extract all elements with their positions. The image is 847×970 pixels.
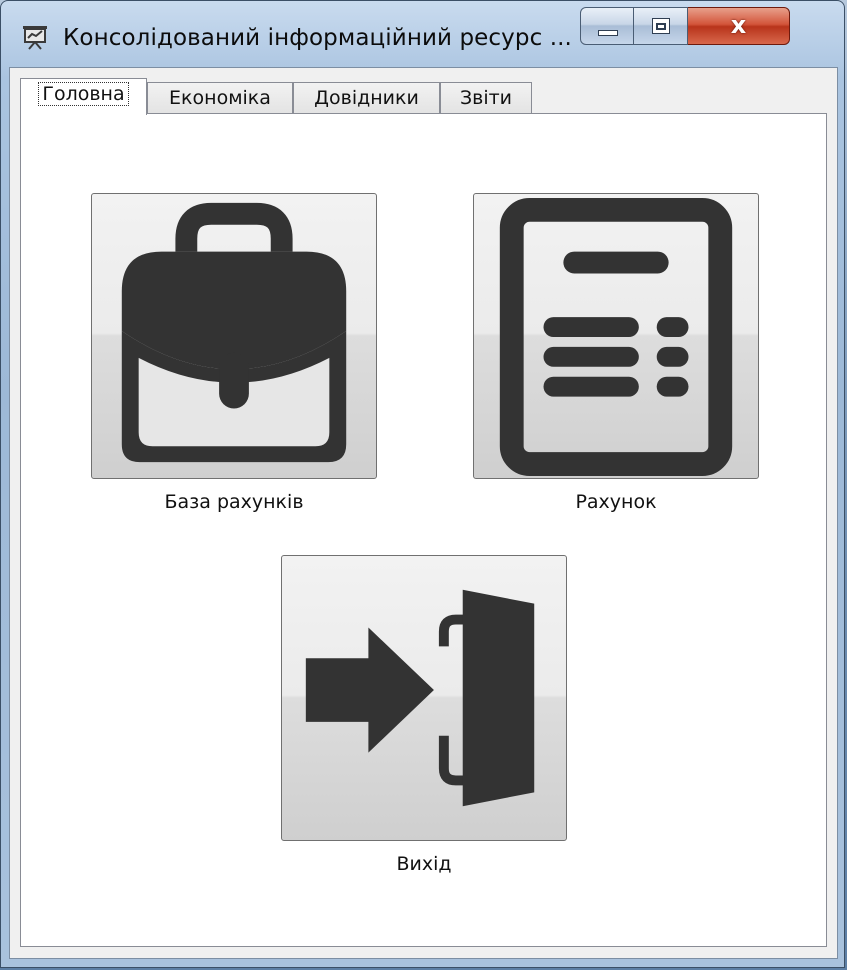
exit-button[interactable] [281,555,567,841]
minimize-icon [598,30,618,36]
accounts-base-button[interactable] [91,193,377,479]
exit-door-icon [305,589,535,807]
tab-main[interactable]: Головна [20,78,147,115]
minimize-button[interactable] [580,7,634,45]
app-window: Консолідований інформаційний ресурс ... … [0,0,845,968]
tab-label: Звіти [459,87,513,109]
tab-reports[interactable]: Звіти [440,82,532,114]
close-button[interactable]: x [688,7,790,45]
tab-economics[interactable]: Економіка [147,82,293,114]
client-area: Головна Економіка Довідники Звіти База р… [9,67,838,959]
invoice-button[interactable] [473,193,759,479]
close-icon: x [730,11,747,39]
invoice-document-icon [499,197,733,477]
briefcase-icon [121,202,347,463]
exit-label: Вихід [396,853,452,875]
accounts-base-label: База рахунків [164,491,304,513]
invoice-label: Рахунок [575,491,657,513]
window-title: Консолідований інформаційний ресурс ... [63,25,572,51]
caption-buttons: x [580,7,790,45]
maximize-icon [652,18,670,34]
tab-panel-main: База рахунків Рахунок Вихід [20,113,827,947]
tab-label: Головна [38,82,129,106]
maximize-button[interactable] [634,7,688,45]
tab-directories[interactable]: Довідники [293,82,440,114]
presentation-chart-icon [23,26,47,50]
title-bar[interactable]: Консолідований інформаційний ресурс ... … [1,1,844,65]
tab-label: Довідники [314,87,419,109]
tab-label: Економіка [169,87,271,109]
